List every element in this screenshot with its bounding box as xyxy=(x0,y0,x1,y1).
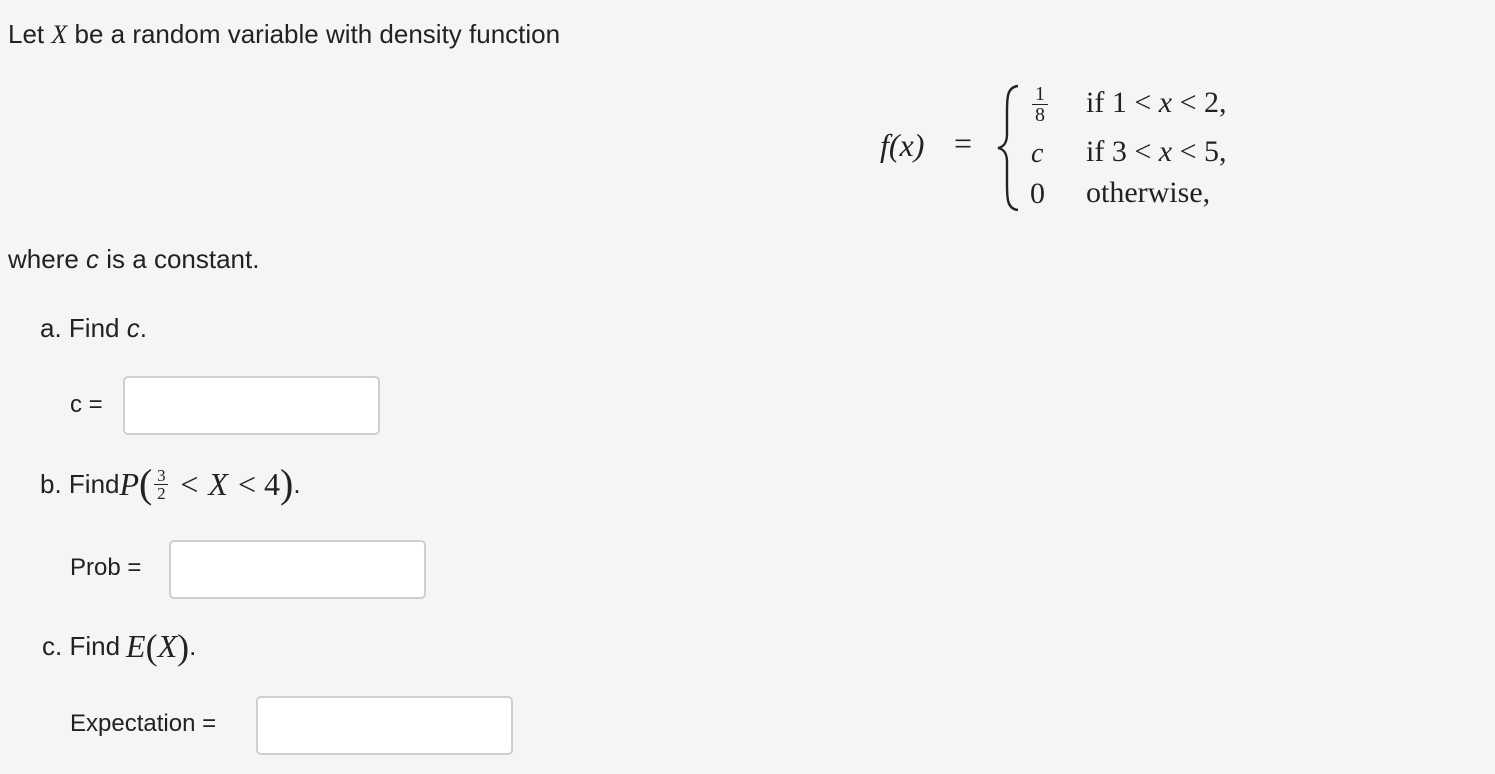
formula-cond3: otherwise, xyxy=(1086,176,1211,209)
part-b-frac-den: 2 xyxy=(157,483,166,503)
expectation-label: Expectation = xyxy=(70,710,217,737)
intro-var: X xyxy=(51,20,68,49)
cond2-if: if 3 < xyxy=(1086,135,1152,168)
left-paren-icon: ( xyxy=(139,461,153,506)
cond1-if: if 1 < xyxy=(1086,86,1152,119)
formula-row3-value: 0 xyxy=(1030,177,1045,210)
part-b-prompt: b. Find P ( 3 2 < X < 4 ) . xyxy=(40,464,301,504)
cond1-tail: < 2, xyxy=(1179,86,1227,119)
part-b-var: X xyxy=(208,465,228,502)
prob-answer-input[interactable] xyxy=(169,540,426,599)
part-a-suffix: . xyxy=(139,313,147,343)
part-a-prompt: a. Find c. xyxy=(40,313,147,344)
part-b-P: P xyxy=(119,465,140,502)
intro-text: Let X be a random variable with density … xyxy=(8,19,560,50)
part-b-rel2: < 4 xyxy=(237,465,281,502)
c-label: c = xyxy=(70,391,103,418)
part-b-fraction: 3 2 xyxy=(154,465,169,503)
formula-equals: = xyxy=(954,125,973,161)
expectation-answer-input[interactable] xyxy=(256,696,513,755)
part-c-prompt: c. Find E ( X ) . xyxy=(42,628,196,665)
c-answer-input[interactable] xyxy=(123,376,380,435)
part-b-prefix: b. Find xyxy=(40,468,120,499)
part-c-E: E xyxy=(126,628,146,664)
left-paren-icon: ( xyxy=(145,626,158,667)
formula-row2-value: c xyxy=(1031,138,1044,169)
part-b-frac-num: 3 xyxy=(157,465,166,485)
part-c-var: X xyxy=(157,628,178,664)
fraction-denominator: 8 xyxy=(1035,104,1045,126)
where-text: where c is a constant. xyxy=(8,244,259,275)
part-a-var: c xyxy=(126,313,140,343)
formula-cond1: if 1 < x < 2, xyxy=(1086,86,1227,120)
formula-fraction: 1 8 xyxy=(1032,84,1048,125)
part-a-prefix: a. Find xyxy=(40,313,127,343)
cond2-var: x xyxy=(1158,135,1173,168)
fraction-numerator: 1 xyxy=(1035,83,1045,105)
intro-post: be a random variable with density functi… xyxy=(67,19,561,49)
part-c-prefix: c. Find xyxy=(42,631,121,661)
formula-lhs: f(x) xyxy=(880,127,925,163)
right-paren-icon: ) xyxy=(177,626,190,667)
part-b-rel1: < xyxy=(180,465,199,502)
where-var: c xyxy=(86,244,100,274)
where-post: is a constant. xyxy=(99,244,260,274)
part-b-suffix: . xyxy=(293,468,301,499)
cond2-tail: < 5, xyxy=(1179,135,1227,168)
right-paren-icon: ) xyxy=(280,461,294,506)
cond1-var: x xyxy=(1158,86,1173,119)
left-brace-icon xyxy=(997,84,1019,212)
intro-pre: Let xyxy=(8,19,52,49)
where-pre: where xyxy=(8,244,87,274)
prob-label: Prob = xyxy=(70,554,142,581)
part-c-suffix: . xyxy=(189,631,197,661)
formula-cond2: if 3 < x < 5, xyxy=(1086,135,1227,169)
